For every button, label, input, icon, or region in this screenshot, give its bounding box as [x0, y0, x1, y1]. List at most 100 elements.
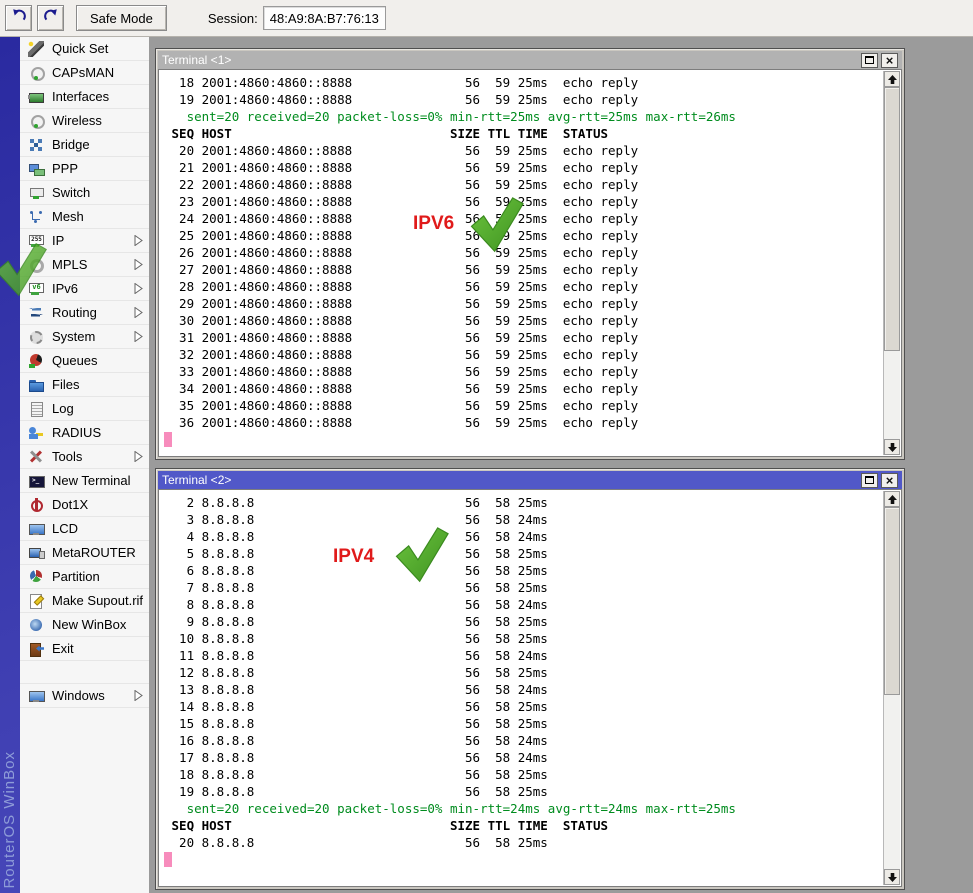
safe-mode-button[interactable]: Safe Mode	[76, 5, 167, 31]
terminal-line: 16 8.8.8.8 56 58 24ms	[164, 732, 881, 749]
terminal2-lines: 2 8.8.8.8 56 58 25ms 3 8.8.8.8 56 58 24m…	[164, 494, 881, 868]
sidebar-item-interfaces[interactable]: Interfaces	[20, 85, 149, 109]
brand-vertical-text: RouterOS WinBox	[1, 751, 18, 889]
sidebar-item-routing[interactable]: Routing	[20, 301, 149, 325]
capsman-icon	[28, 65, 44, 81]
terminal-line: 2 8.8.8.8 56 58 25ms	[164, 494, 881, 511]
sidebar-item-label: System	[52, 329, 95, 344]
terminal-line: 32 2001:4860:4860::8888 56 59 25ms echo …	[164, 346, 881, 363]
sidebar-item-capsman[interactable]: CAPsMAN	[20, 61, 149, 85]
sidebar-item-files[interactable]: Files	[20, 373, 149, 397]
sidebar-item-queues[interactable]: Queues	[20, 349, 149, 373]
sidebar-item-label: Bridge	[52, 137, 90, 152]
sidebar-item-ppp[interactable]: PPP	[20, 157, 149, 181]
terminal1-maximize-button[interactable]	[861, 53, 878, 68]
sidebar-item-new-terminal[interactable]: New Terminal	[20, 469, 149, 493]
sidebar-item-switch[interactable]: Switch	[20, 181, 149, 205]
sidebar-item-dot1x[interactable]: Dot1X	[20, 493, 149, 517]
terminal2-content[interactable]: 2 8.8.8.8 56 58 25ms 3 8.8.8.8 56 58 24m…	[158, 489, 902, 887]
scroll-down-button[interactable]	[884, 869, 900, 885]
terminal-line: 33 2001:4860:4860::8888 56 59 25ms echo …	[164, 363, 881, 380]
scroll-down-button[interactable]	[884, 439, 900, 455]
sidebar-item-radius[interactable]: RADIUS	[20, 421, 149, 445]
submenu-arrow-icon	[134, 235, 143, 246]
terminal1-content[interactable]: 18 2001:4860:4860::8888 56 59 25ms echo …	[158, 69, 902, 457]
sidebar-item-metarouter[interactable]: MetaROUTER	[20, 541, 149, 565]
sidebar-item-system[interactable]: System	[20, 325, 149, 349]
terminal-window-1: Terminal <1> × 18 2001:4860:4860::8888 5…	[155, 48, 905, 460]
sidebar-item-log[interactable]: Log	[20, 397, 149, 421]
redo-button[interactable]	[37, 5, 64, 31]
wireless-icon	[28, 113, 44, 129]
terminal-line: 34 2001:4860:4860::8888 56 59 25ms echo …	[164, 380, 881, 397]
winbox-icon	[28, 617, 44, 633]
terminal-line: 21 2001:4860:4860::8888 56 59 25ms echo …	[164, 159, 881, 176]
sidebar-item-label: Tools	[52, 449, 82, 464]
sidebar-item-quick-set[interactable]: Quick Set	[20, 37, 149, 61]
terminal-line: 27 2001:4860:4860::8888 56 59 25ms echo …	[164, 261, 881, 278]
terminal1-close-button[interactable]: ×	[881, 53, 898, 68]
terminal1-lines: 18 2001:4860:4860::8888 56 59 25ms echo …	[164, 74, 881, 448]
terminal-line: SEQ HOST SIZE TTL TIME STATUS	[164, 125, 881, 142]
submenu-arrow-icon	[134, 451, 143, 462]
system-icon	[28, 329, 44, 345]
terminal2-scrollbar[interactable]	[883, 491, 900, 885]
checkmark-icon	[393, 525, 451, 588]
scroll-thumb[interactable]	[884, 507, 900, 695]
undo-button[interactable]	[5, 5, 32, 31]
terminal2-titlebar[interactable]: Terminal <2> ×	[158, 471, 902, 489]
dot1x-icon	[28, 497, 44, 513]
sidebar-item-mesh[interactable]: Mesh	[20, 205, 149, 229]
sidebar-item-bridge[interactable]: Bridge	[20, 133, 149, 157]
terminal-line: 10 8.8.8.8 56 58 25ms	[164, 630, 881, 647]
terminal-icon	[28, 473, 44, 489]
arrow-down-icon	[888, 443, 897, 452]
sidebar-item-new-winbox[interactable]: New WinBox	[20, 613, 149, 637]
terminal-line: 36 2001:4860:4860::8888 56 59 25ms echo …	[164, 414, 881, 431]
terminal-line: SEQ HOST SIZE TTL TIME STATUS	[164, 817, 881, 834]
radius-icon	[28, 425, 44, 441]
sidebar-item-label: LCD	[52, 521, 78, 536]
sidebar-item-label: CAPsMAN	[52, 65, 114, 80]
metarouter-icon	[28, 545, 44, 561]
terminal2-close-button[interactable]: ×	[881, 473, 898, 488]
mesh-icon	[28, 209, 44, 225]
terminal-line: 12 8.8.8.8 56 58 25ms	[164, 664, 881, 681]
sidebar-item-exit[interactable]: Exit	[20, 637, 149, 661]
sidebar-item-make-supout-rif[interactable]: Make Supout.rif	[20, 589, 149, 613]
terminal1-titlebar[interactable]: Terminal <1> ×	[158, 51, 902, 69]
ppp-icon	[28, 161, 44, 177]
terminal-line: 18 8.8.8.8 56 58 25ms	[164, 766, 881, 783]
terminal-line: 11 8.8.8.8 56 58 24ms	[164, 647, 881, 664]
session-label: Session:	[208, 11, 258, 26]
lcd-icon	[28, 521, 44, 537]
sidebar-item-label: Dot1X	[52, 497, 88, 512]
arrow-down-icon	[888, 873, 897, 882]
terminal-cursor-line	[164, 851, 881, 868]
sidebar-item-tools[interactable]: Tools	[20, 445, 149, 469]
terminal-line: 31 2001:4860:4860::8888 56 59 25ms echo …	[164, 329, 881, 346]
sidebar-item-windows[interactable]: Windows	[20, 684, 149, 708]
session-field[interactable]: 48:A9:8A:B7:76:13	[263, 6, 386, 30]
sidebar-gap	[20, 661, 149, 684]
sidebar-item-partition[interactable]: Partition	[20, 565, 149, 589]
sidebar-item-label: Partition	[52, 569, 100, 584]
switch-icon	[28, 185, 44, 201]
brand-strip: RouterOS WinBox	[0, 37, 20, 893]
terminal1-scrollbar[interactable]	[883, 71, 900, 455]
scroll-thumb[interactable]	[884, 87, 900, 351]
sidebar-item-label: Mesh	[52, 209, 84, 224]
sidebar-item-wireless[interactable]: Wireless	[20, 109, 149, 133]
terminal2-maximize-button[interactable]	[861, 473, 878, 488]
terminal-window-2: Terminal <2> × 2 8.8.8.8 56 58 25ms 3 8.…	[155, 468, 905, 890]
terminal-line: 15 8.8.8.8 56 58 25ms	[164, 715, 881, 732]
sidebar-item-lcd[interactable]: LCD	[20, 517, 149, 541]
sidebar-item-label: IPv6	[52, 281, 78, 296]
scroll-up-button[interactable]	[884, 491, 900, 507]
sidebar-item-label: IP	[52, 233, 64, 248]
scroll-up-button[interactable]	[884, 71, 900, 87]
terminal-cursor	[164, 432, 172, 447]
terminal-line: 7 8.8.8.8 56 58 25ms	[164, 579, 881, 596]
terminal-line: 19 2001:4860:4860::8888 56 59 25ms echo …	[164, 91, 881, 108]
sidebar-item-label: Exit	[52, 641, 74, 656]
